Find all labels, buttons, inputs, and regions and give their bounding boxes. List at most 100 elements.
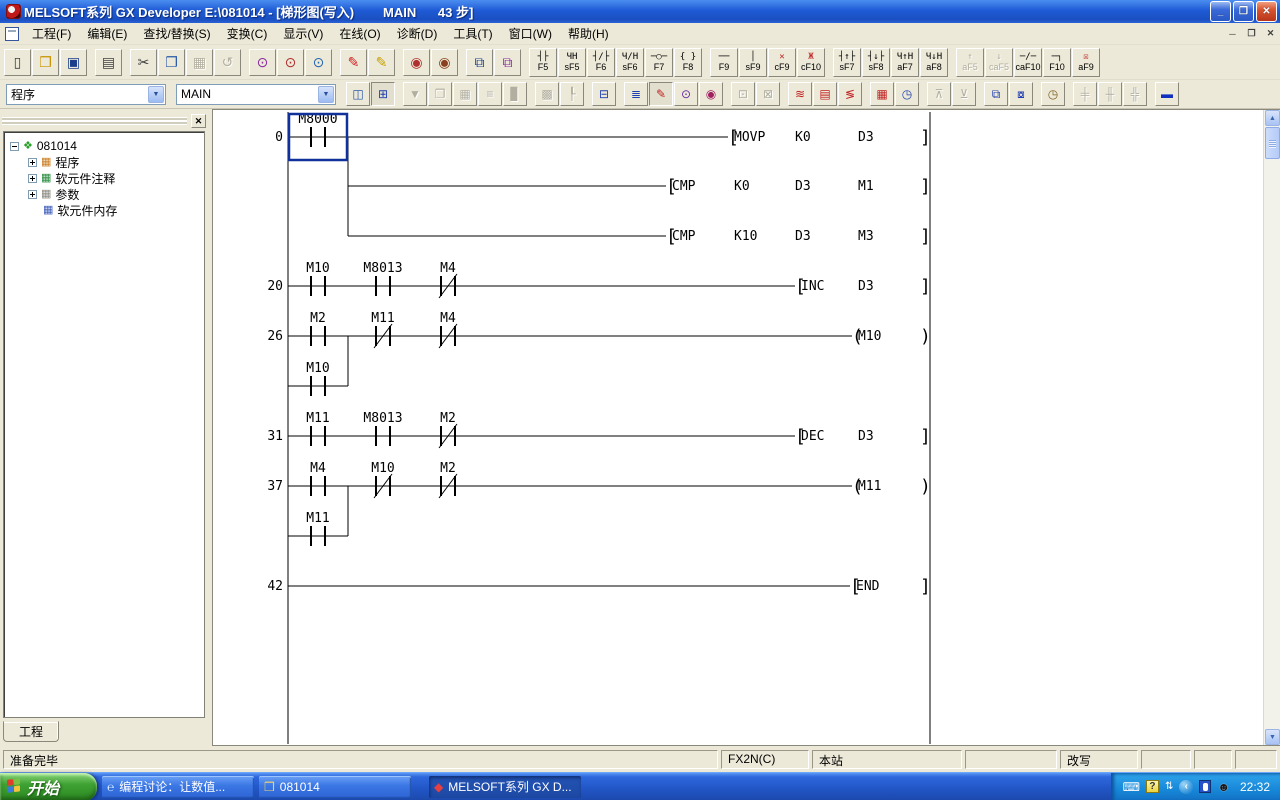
- statement-edit-button[interactable]: ✎: [368, 49, 395, 76]
- buffer-memory-monitor-button[interactable]: ⊼: [927, 82, 951, 106]
- falling-pulse-contact-button[interactable]: ┤↓├sF8: [862, 48, 890, 77]
- insert-column-button[interactable]: ╬: [1123, 82, 1147, 106]
- invert-operation-button[interactable]: ─/─caF10: [1014, 48, 1042, 77]
- ladder-logic-test-button[interactable]: ⊟: [592, 82, 616, 106]
- block-down-button[interactable]: ┞: [560, 82, 584, 106]
- mdi-minimize-button[interactable]: ─: [1224, 26, 1241, 41]
- mouse-settings-icon[interactable]: [1199, 780, 1211, 793]
- find-instruction-button[interactable]: ⊙: [305, 49, 332, 76]
- write-mode-button[interactable]: ✎: [649, 82, 673, 106]
- open-contact-button[interactable]: ┤├F5: [529, 48, 557, 77]
- scroll-down-button[interactable]: ▼: [1265, 729, 1280, 745]
- online-write-button[interactable]: ⊠: [756, 82, 780, 106]
- tree-root-081014[interactable]: ❖081014: [10, 138, 204, 154]
- tree-item-软元件注释[interactable]: ▦软元件注释: [10, 170, 204, 186]
- statement-display-button[interactable]: ▤: [813, 82, 837, 106]
- project-tab[interactable]: 工程: [3, 721, 59, 742]
- insert-row-button[interactable]: ╪: [1073, 82, 1097, 106]
- zoom-window-button[interactable]: ⧉: [984, 82, 1008, 106]
- tree-item-参数[interactable]: ▦参数: [10, 186, 204, 202]
- collapse-icon[interactable]: [10, 142, 19, 151]
- close-button[interactable]: ✕: [1256, 1, 1277, 22]
- copy-data-button[interactable]: ❐: [428, 82, 452, 106]
- delete-row-button[interactable]: ╫: [1098, 82, 1122, 106]
- find-button[interactable]: ⊙: [249, 49, 276, 76]
- menu-查找/替换[interactable]: 查找/替换(S): [135, 22, 218, 45]
- open-project-button[interactable]: ❒: [32, 49, 59, 76]
- mdi-restore-button[interactable]: ❐: [1243, 26, 1260, 41]
- note-display-button[interactable]: ≶: [838, 82, 862, 106]
- input-method-icon[interactable]: ?: [1146, 780, 1159, 793]
- parallel-falling-pulse-button[interactable]: Ч↓НaF8: [920, 48, 948, 77]
- comment-search-button[interactable]: ⧉: [494, 49, 521, 76]
- menu-窗口[interactable]: 窗口(W): [501, 22, 560, 45]
- cut-button[interactable]: ✂: [130, 49, 157, 76]
- restore-button[interactable]: ❐: [1233, 1, 1254, 22]
- scroll-up-button[interactable]: ▲: [1265, 110, 1280, 126]
- print-button[interactable]: ▤: [95, 49, 122, 76]
- find-device-button[interactable]: ⊙: [277, 49, 304, 76]
- closed-contact-button[interactable]: ┤/├F6: [587, 48, 615, 77]
- monitor-mode-button[interactable]: ⊙: [674, 82, 698, 106]
- find-program-button[interactable]: ◫: [346, 82, 370, 106]
- device-batch-monitor-button[interactable]: ◷: [895, 82, 919, 106]
- scan-time-monitor-button[interactable]: ◷: [1041, 82, 1065, 106]
- menu-工程[interactable]: 工程(F): [24, 22, 79, 45]
- horizontal-line-button[interactable]: ──F9: [710, 48, 738, 77]
- chevron-down-icon[interactable]: ▼: [318, 86, 334, 103]
- entry-data-monitor-button[interactable]: ⊻: [952, 82, 976, 106]
- panel-grip[interactable]: [2, 117, 187, 125]
- menu-在线[interactable]: 在线(O): [331, 22, 388, 45]
- open-new-window-button[interactable]: ⧇: [1009, 82, 1033, 106]
- error-check-button[interactable]: ▦: [453, 82, 477, 106]
- delete-rung-button[interactable]: ☒aF9: [1072, 48, 1100, 77]
- qq-icon[interactable]: ☻: [1217, 781, 1230, 793]
- new-project-button[interactable]: ▯: [4, 49, 31, 76]
- menu-变换[interactable]: 变换(C): [219, 22, 276, 45]
- parallel-open-contact-button[interactable]: ЧНsF5: [558, 48, 586, 77]
- close-tree-panel-button[interactable]: ✕: [191, 114, 206, 128]
- expand-icon[interactable]: [28, 158, 37, 167]
- start-button[interactable]: 开始: [0, 773, 97, 800]
- menu-诊断[interactable]: 诊断(D): [389, 22, 446, 45]
- monitor-write-mode-button[interactable]: ◉: [699, 82, 723, 106]
- application-instruction-button[interactable]: { }F8: [674, 48, 702, 77]
- device-test-button[interactable]: ▦: [870, 82, 894, 106]
- data-name-select[interactable]: MAIN ▼: [176, 84, 336, 105]
- language-bar-icon[interactable]: ‹: [1179, 780, 1193, 794]
- menu-显示[interactable]: 显示(V): [275, 22, 331, 45]
- save-project-button[interactable]: ▣: [60, 49, 87, 76]
- switch-window-button[interactable]: ⧉: [466, 49, 493, 76]
- device-comment-edit-button[interactable]: ✎: [340, 49, 367, 76]
- expand-icon[interactable]: [28, 190, 37, 199]
- keyboard-icon[interactable]: ⌨: [1123, 781, 1140, 793]
- paste-button[interactable]: ▦: [186, 49, 213, 76]
- mdi-child-icon[interactable]: [5, 27, 19, 41]
- vertical-scrollbar[interactable]: ▲ ▼: [1263, 110, 1280, 745]
- scrollbar-thumb[interactable]: [1265, 127, 1280, 159]
- mdi-close-button[interactable]: ✕: [1262, 26, 1279, 41]
- rising-pulse-op-button[interactable]: ↑aF5: [956, 48, 984, 77]
- menu-编辑[interactable]: 编辑(E): [79, 22, 135, 45]
- block-edit-button[interactable]: ▊: [503, 82, 527, 106]
- tree-item-程序[interactable]: ▦程序: [10, 154, 204, 170]
- all-blocks-button[interactable]: ▩: [535, 82, 559, 106]
- download-button[interactable]: ▼: [403, 82, 427, 106]
- vertical-line-button[interactable]: │sF9: [739, 48, 767, 77]
- read-mode-button[interactable]: ≣: [624, 82, 648, 106]
- coil-button[interactable]: ─○─F7: [645, 48, 673, 77]
- device-search-button[interactable]: ◉: [431, 49, 458, 76]
- sort-steps-button[interactable]: ≡: [478, 82, 502, 106]
- online-read-button[interactable]: ⊡: [731, 82, 755, 106]
- chevron-down-icon[interactable]: ▼: [148, 86, 164, 103]
- ladder-diagram[interactable]: 0M8000[MOVPK0D3][CMPK0D3M1][CMPK10D3M3]2…: [213, 110, 1262, 745]
- minimize-button[interactable]: _: [1210, 1, 1231, 22]
- taskbar-task-2[interactable]: ❒081014: [259, 776, 411, 798]
- falling-pulse-op-button[interactable]: ↓caF5: [985, 48, 1013, 77]
- monitor-bar-button[interactable]: ▬: [1155, 82, 1179, 106]
- menu-工具[interactable]: 工具(T): [445, 22, 500, 45]
- circuit-monitor-search-button[interactable]: ◉: [403, 49, 430, 76]
- updown-arrows-icon[interactable]: ⇅: [1165, 782, 1173, 792]
- taskbar-task-1[interactable]: ℮编程讨论：让数值...: [102, 776, 254, 798]
- delete-vertical-line-button[interactable]: ЖcF10: [797, 48, 825, 77]
